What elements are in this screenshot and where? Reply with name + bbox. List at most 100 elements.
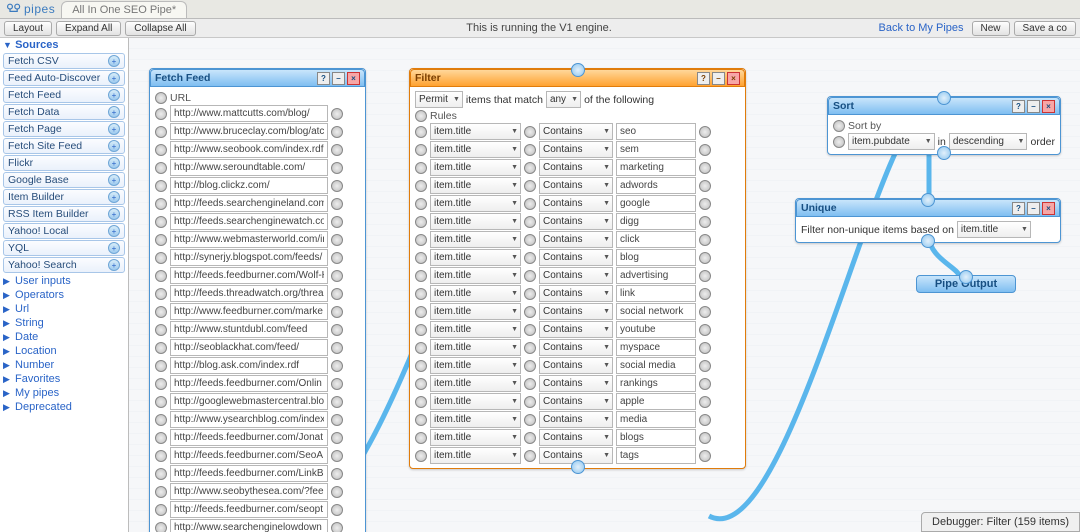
url-input[interactable]	[170, 519, 328, 532]
add-icon[interactable]: +	[108, 259, 120, 271]
field-port[interactable]	[524, 162, 536, 174]
rule-value-input[interactable]	[616, 213, 696, 230]
field-port[interactable]	[524, 216, 536, 228]
rule-field-select[interactable]: item.title	[430, 339, 521, 356]
rule-op-select[interactable]: Contains	[539, 231, 613, 248]
out-port[interactable]	[331, 306, 343, 318]
add-icon[interactable]: +	[108, 123, 120, 135]
canvas[interactable]: Fetch Feed ? – × URL Filter ? –	[129, 38, 1080, 532]
output-port[interactable]	[571, 460, 585, 474]
collapse-all-button[interactable]: Collapse All	[125, 21, 195, 36]
help-icon[interactable]: ?	[317, 72, 330, 85]
out-port[interactable]	[699, 252, 711, 264]
category-item[interactable]: ▶ My pipes	[0, 386, 128, 400]
add-icon[interactable]: +	[108, 208, 120, 220]
output-port[interactable]	[937, 146, 951, 160]
category-item[interactable]: ▶ String	[0, 316, 128, 330]
remove-row-port[interactable]	[415, 126, 427, 138]
source-item[interactable]: Feed Auto-Discover+	[3, 70, 125, 86]
out-port[interactable]	[331, 126, 343, 138]
field-port[interactable]	[524, 432, 536, 444]
remove-row-port[interactable]	[155, 108, 167, 120]
url-input[interactable]	[170, 213, 328, 230]
out-port[interactable]	[331, 450, 343, 462]
out-port[interactable]	[331, 234, 343, 246]
rule-op-select[interactable]: Contains	[539, 177, 613, 194]
remove-row-port[interactable]	[155, 522, 167, 532]
input-port[interactable]	[571, 63, 585, 77]
out-port[interactable]	[699, 288, 711, 300]
out-port[interactable]	[699, 126, 711, 138]
rule-op-select[interactable]: Contains	[539, 213, 613, 230]
rule-op-select[interactable]: Contains	[539, 429, 613, 446]
out-port[interactable]	[699, 162, 711, 174]
brand-logo[interactable]: pipes	[0, 2, 61, 16]
remove-row-port[interactable]	[415, 198, 427, 210]
out-port[interactable]	[699, 144, 711, 156]
field-port[interactable]	[524, 342, 536, 354]
url-input[interactable]	[170, 177, 328, 194]
source-item[interactable]: YQL+	[3, 240, 125, 256]
field-port[interactable]	[524, 306, 536, 318]
rule-value-input[interactable]	[616, 429, 696, 446]
remove-row-port[interactable]	[415, 270, 427, 282]
out-port[interactable]	[331, 342, 343, 354]
source-item[interactable]: Fetch Data+	[3, 104, 125, 120]
pipe-output[interactable]: Pipe Output	[916, 275, 1016, 293]
sort-field-select[interactable]: item.pubdate	[848, 133, 935, 150]
rule-value-input[interactable]	[616, 393, 696, 410]
rule-field-select[interactable]: item.title	[430, 213, 521, 230]
source-item[interactable]: Flickr+	[3, 155, 125, 171]
rule-field-select[interactable]: item.title	[430, 267, 521, 284]
url-input[interactable]	[170, 393, 328, 410]
minimize-icon[interactable]: –	[1027, 100, 1040, 113]
remove-row-port[interactable]	[155, 216, 167, 228]
remove-row-port[interactable]	[155, 378, 167, 390]
help-icon[interactable]: ?	[1012, 202, 1025, 215]
category-item[interactable]: ▶ User inputs	[0, 274, 128, 288]
rule-value-input[interactable]	[616, 159, 696, 176]
back-to-pipes-link[interactable]: Back to My Pipes	[879, 22, 964, 34]
out-port[interactable]	[331, 378, 343, 390]
rule-value-input[interactable]	[616, 339, 696, 356]
module-unique[interactable]: Unique ? – × Filter non-unique items bas…	[795, 198, 1061, 243]
out-port[interactable]	[331, 198, 343, 210]
remove-row-port[interactable]	[415, 306, 427, 318]
category-item[interactable]: ▶ Location	[0, 344, 128, 358]
out-port[interactable]	[331, 288, 343, 300]
remove-row-port[interactable]	[415, 342, 427, 354]
out-port[interactable]	[699, 324, 711, 336]
rule-op-select[interactable]: Contains	[539, 393, 613, 410]
rule-field-select[interactable]: item.title	[430, 303, 521, 320]
out-port[interactable]	[699, 378, 711, 390]
add-icon[interactable]: +	[108, 106, 120, 118]
out-port[interactable]	[331, 414, 343, 426]
section-port[interactable]	[415, 110, 427, 122]
url-input[interactable]	[170, 249, 328, 266]
category-item[interactable]: ▶ Deprecated	[0, 400, 128, 414]
remove-row-port[interactable]	[415, 432, 427, 444]
rule-value-input[interactable]	[616, 303, 696, 320]
out-port[interactable]	[331, 252, 343, 264]
rule-field-select[interactable]: item.title	[430, 159, 521, 176]
category-item[interactable]: ▶ Favorites	[0, 372, 128, 386]
source-item[interactable]: RSS Item Builder+	[3, 206, 125, 222]
out-port[interactable]	[699, 360, 711, 372]
remove-row-port[interactable]	[155, 504, 167, 516]
remove-row-port[interactable]	[155, 126, 167, 138]
category-item[interactable]: ▶ Operators	[0, 288, 128, 302]
remove-row-port[interactable]	[155, 252, 167, 264]
rule-value-input[interactable]	[616, 285, 696, 302]
out-port[interactable]	[699, 306, 711, 318]
close-icon[interactable]: ×	[1042, 202, 1055, 215]
debugger-bar[interactable]: Debugger: Filter (159 items)	[921, 512, 1080, 532]
remove-row-port[interactable]	[415, 216, 427, 228]
remove-row-port[interactable]	[155, 198, 167, 210]
document-tab[interactable]: All In One SEO Pipe*	[61, 1, 187, 18]
source-item[interactable]: Fetch Feed+	[3, 87, 125, 103]
rule-op-select[interactable]: Contains	[539, 159, 613, 176]
out-port[interactable]	[699, 234, 711, 246]
url-input[interactable]	[170, 411, 328, 428]
rule-value-input[interactable]	[616, 375, 696, 392]
help-icon[interactable]: ?	[1012, 100, 1025, 113]
